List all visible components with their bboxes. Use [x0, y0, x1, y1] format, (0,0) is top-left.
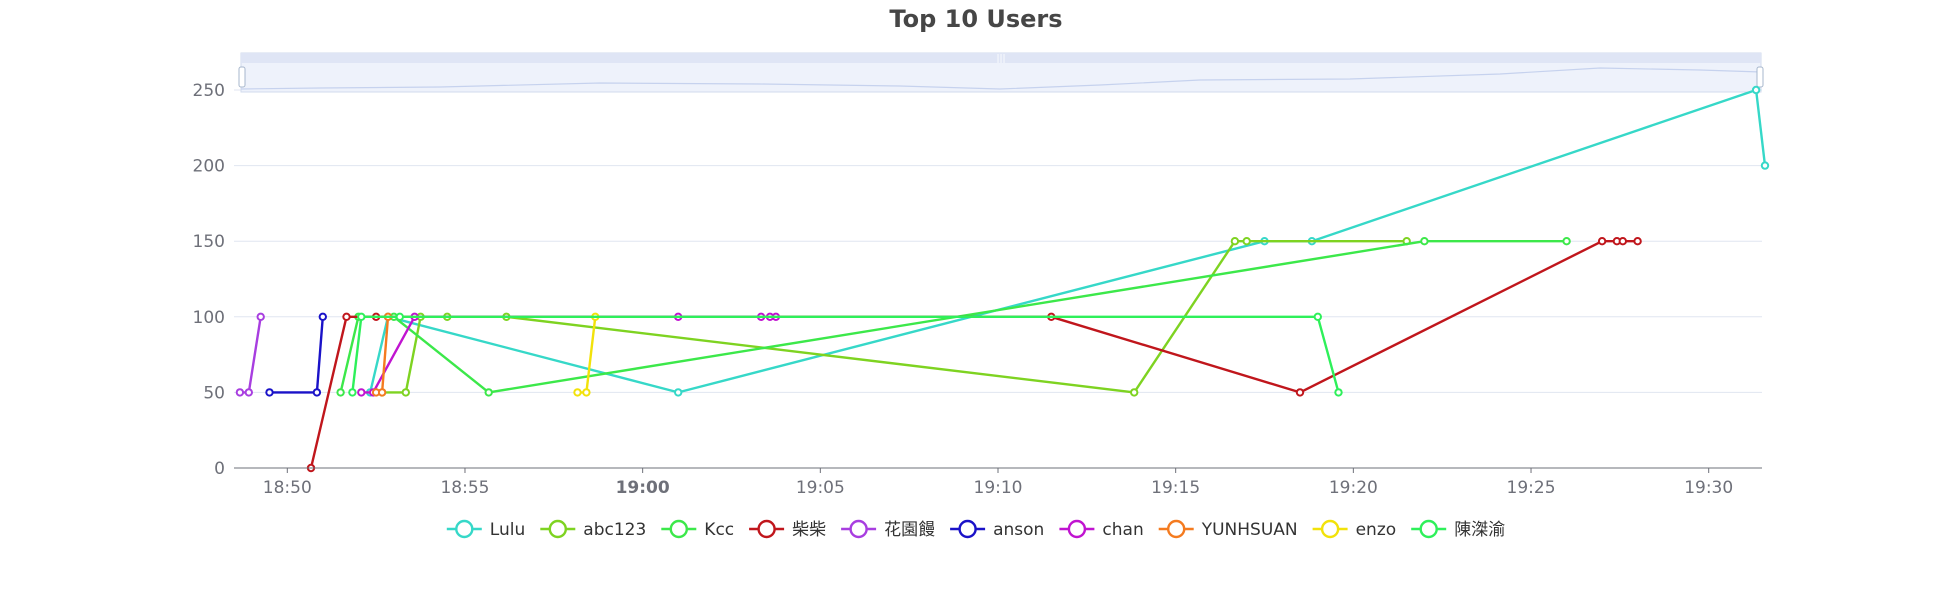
- series-5: [265, 312, 327, 397]
- x-tick-label: 19:05: [796, 478, 845, 498]
- series-3: [306, 237, 1642, 473]
- legend-label: Lulu: [490, 520, 525, 540]
- legend-label: 花園饅: [884, 520, 935, 540]
- data-point[interactable]: [1130, 388, 1139, 397]
- data-point[interactable]: [674, 388, 683, 397]
- x-tick-label: 19:20: [1329, 478, 1378, 498]
- data-point[interactable]: [1751, 85, 1761, 95]
- series-line: [309, 240, 1638, 469]
- data-point[interactable]: [357, 388, 366, 397]
- data-point[interactable]: [318, 312, 327, 321]
- data-point[interactable]: [401, 388, 410, 397]
- data-point[interactable]: [342, 312, 351, 321]
- data-point[interactable]: [582, 388, 591, 397]
- data-point[interactable]: [1633, 237, 1642, 246]
- x-tick-label: 18:55: [440, 478, 489, 498]
- zoom-grip-icon[interactable]: |||: [996, 54, 1005, 64]
- y-tick-label: 250: [193, 81, 225, 101]
- legend-label: YUNHSUAN: [1201, 520, 1298, 540]
- series-line: [269, 316, 324, 394]
- legend-label: enzo: [1356, 520, 1397, 540]
- zoom-handle-right[interactable]: [1756, 66, 1764, 88]
- legend-circle-icon: [455, 519, 474, 539]
- data-point[interactable]: [235, 388, 245, 397]
- legend-label: chan: [1102, 520, 1143, 540]
- legend-item[interactable]: Kcc: [661, 519, 734, 540]
- data-point[interactable]: [336, 388, 345, 397]
- series-line: [351, 315, 1340, 393]
- legend-circle-icon: [1067, 519, 1087, 539]
- data-point[interactable]: [312, 388, 322, 397]
- legend-item[interactable]: enzo: [1312, 519, 1397, 540]
- data-point[interactable]: [1313, 312, 1323, 321]
- series-9: [348, 312, 1343, 397]
- legend-label: 陳滐渝: [1454, 520, 1505, 540]
- x-tick-label: 19:00: [616, 478, 670, 498]
- data-point[interactable]: [1295, 388, 1305, 397]
- legend-circle-icon: [1419, 519, 1438, 539]
- x-tick-label: 19:30: [1684, 478, 1733, 498]
- data-point[interactable]: [1760, 161, 1770, 170]
- legend-item[interactable]: chan: [1059, 519, 1144, 540]
- data-point[interactable]: [244, 388, 254, 397]
- y-tick-label: 200: [193, 157, 225, 177]
- x-tick-label: 19:25: [1507, 478, 1556, 498]
- series-line: [361, 315, 776, 394]
- data-point[interactable]: [1334, 388, 1343, 397]
- series-4: [235, 312, 265, 397]
- data-point[interactable]: [395, 312, 404, 321]
- legend-label: 柴柴: [792, 520, 826, 540]
- legend-item[interactable]: anson: [950, 519, 1044, 540]
- legend[interactable]: Lulu abc123 Kcc 柴柴 花園饅 anson chan YUNHSUAN enzo 陳…: [446, 519, 1505, 540]
- legend-circle-icon: [1320, 519, 1340, 539]
- y-tick-label: 150: [193, 232, 225, 252]
- legend-label: anson: [993, 520, 1044, 540]
- legend-label: Kcc: [704, 520, 734, 540]
- legend-item[interactable]: Lulu: [446, 519, 525, 540]
- data-point[interactable]: [1618, 237, 1628, 246]
- legend-circle-icon: [757, 519, 776, 539]
- chart-title: Top 10 Users: [889, 5, 1062, 33]
- data-point[interactable]: [1242, 237, 1251, 246]
- data-point[interactable]: [357, 312, 366, 321]
- legend-item[interactable]: YUNHSUAN: [1158, 519, 1298, 540]
- x-tick-label: 19:15: [1151, 478, 1200, 498]
- data-zoom-slider[interactable]: |||: [238, 52, 1764, 93]
- data-point[interactable]: [484, 388, 493, 397]
- legend-item[interactable]: 柴柴: [749, 519, 826, 540]
- axes: 0 50 100 150 200 250 18:50 18:55 19:00 19:05 19:10…: [193, 81, 1762, 498]
- legend-circle-icon: [669, 519, 688, 539]
- legend-item[interactable]: abc123: [540, 519, 646, 540]
- series-layer: [235, 85, 1770, 473]
- x-tick-label: 19:10: [974, 478, 1023, 498]
- legend-item[interactable]: 花園饅: [841, 519, 935, 540]
- y-tick-label: 50: [203, 383, 225, 403]
- legend-circle-icon: [958, 519, 977, 539]
- data-point[interactable]: [348, 388, 357, 397]
- series-7: [371, 312, 393, 397]
- legend-circle-icon: [1166, 519, 1186, 539]
- legend-item[interactable]: 陳滐渝: [1411, 519, 1505, 540]
- legend-circle-icon: [548, 519, 567, 539]
- data-point[interactable]: [377, 388, 387, 397]
- y-tick-label: 100: [193, 308, 225, 328]
- series-line: [239, 316, 262, 394]
- legend-label: abc123: [583, 520, 646, 540]
- legend-circle-icon: [849, 519, 868, 539]
- y-tick-label: 0: [214, 459, 225, 479]
- data-point[interactable]: [1230, 237, 1240, 246]
- x-tick-label: 18:50: [263, 478, 312, 498]
- data-point[interactable]: [256, 312, 265, 321]
- data-point[interactable]: [265, 388, 274, 397]
- zoom-handle-left[interactable]: [238, 66, 246, 88]
- data-point[interactable]: [1562, 237, 1571, 246]
- data-point[interactable]: [1597, 237, 1607, 246]
- data-point[interactable]: [1420, 237, 1429, 246]
- line-chart: Top 10 Users ||| 0 50 100 150 200 250 18:50 18:…: [193, 5, 1770, 540]
- data-point[interactable]: [573, 388, 582, 397]
